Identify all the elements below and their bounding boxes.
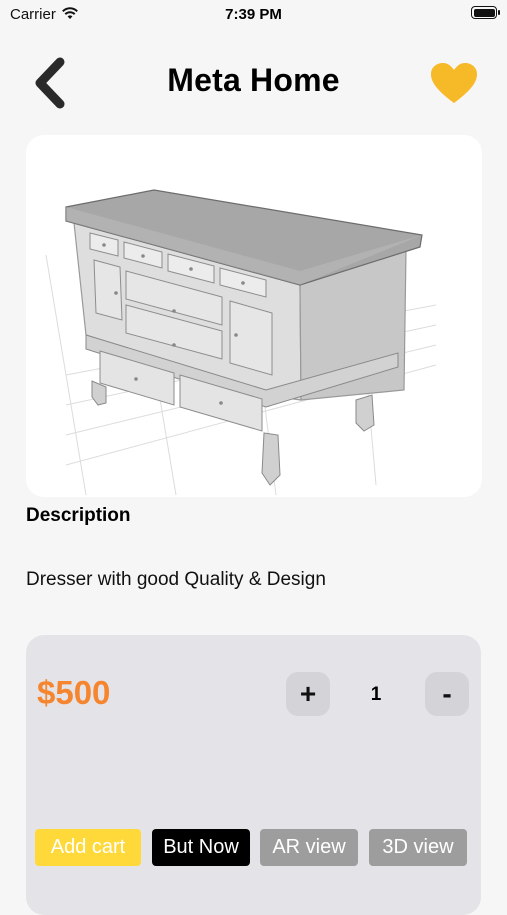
buy-now-button[interactable]: But Now [152,829,250,866]
plus-icon: + [299,678,317,709]
favorite-button[interactable] [430,62,478,104]
status-bar: Carrier 7:39 PM [0,0,507,30]
purchase-panel: $500 + 1 - Add cart But Now AR view 3D v… [26,635,481,915]
product-price: $500 [37,674,111,711]
3d-view-button[interactable]: 3D view [369,829,467,866]
decrease-quantity-button[interactable]: - [425,672,469,716]
ar-view-button[interactable]: AR view [260,829,358,866]
increase-quantity-button[interactable]: + [286,672,330,716]
heart-icon [431,63,477,103]
dresser-model-image [45,189,437,496]
quantity-value: 1 [370,684,382,705]
status-time: 7:39 PM [225,6,282,23]
minus-icon: - [442,678,452,709]
product-description: Dresser with good Quality & Design [26,569,326,590]
add-cart-button[interactable]: Add cart [35,829,141,866]
product-image-card [26,135,482,497]
description-heading: Description [26,505,131,526]
battery-icon [471,6,500,19]
